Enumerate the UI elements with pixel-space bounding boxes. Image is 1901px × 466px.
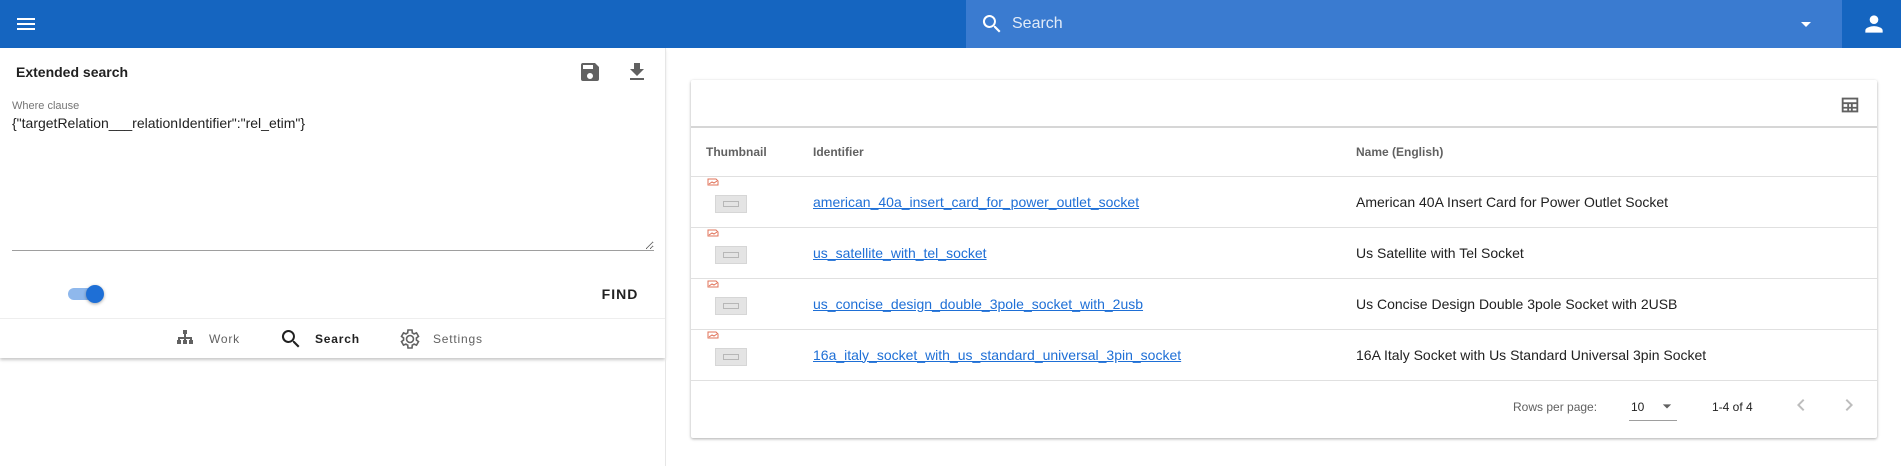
identifier-cell: american_40a_insert_card_for_power_outle… [813,176,1356,228]
caret-down-icon [1662,404,1672,409]
pagination-range: 1-4 of 4 [1712,400,1753,414]
name-cell: 16A Italy Socket with Us Standard Univer… [1356,329,1877,381]
identifier-link[interactable]: american_40a_insert_card_for_power_outle… [813,194,1139,210]
thumbnail-cell [691,278,813,330]
header-identifier: Identifier [813,128,1356,177]
broken-image-icon [707,178,719,185]
results-table: Thumbnail Identifier Name (English) amer… [691,128,1877,381]
thumbnail-image [715,347,747,366]
hamburger-menu-icon[interactable] [14,12,38,36]
identifier-cell: us_concise_design_double_3pole_socket_wi… [813,278,1356,330]
results-toolbar [691,80,1877,128]
toggle-thumb [86,285,104,303]
chevron-left-icon[interactable] [1789,393,1813,417]
nav-item-work[interactable]: Work [173,319,240,359]
identifier-link[interactable]: us_satellite_with_tel_socket [813,245,987,261]
thumbnail-image [715,245,747,264]
find-button[interactable]: FIND [594,279,646,309]
chevron-right-icon[interactable] [1837,393,1861,417]
nav-item-search[interactable]: Search [279,319,360,359]
nav-label-work: Work [209,332,240,346]
table-row[interactable]: us_satellite_with_tel_socket Us Satellit… [691,227,1877,279]
broken-image-icon [707,331,719,338]
thumbnail-image [715,194,747,213]
nav-label-settings: Settings [433,332,483,346]
global-search-box [966,0,1842,48]
identifier-link[interactable]: 16a_italy_socket_with_us_standard_univer… [813,347,1181,363]
app-bar [0,0,1901,48]
identifier-link[interactable]: us_concise_design_double_3pole_socket_wi… [813,296,1143,312]
gear-icon [400,329,420,349]
name-cell: American 40A Insert Card for Power Outle… [1356,176,1877,228]
panel-divider [665,48,666,466]
identifier-cell: us_satellite_with_tel_socket [813,227,1356,279]
broken-image-icon [707,229,719,236]
results-card: Thumbnail Identifier Name (English) amer… [691,80,1877,438]
identifier-cell: 16a_italy_socket_with_us_standard_univer… [813,329,1356,381]
table-row[interactable]: us_concise_design_double_3pole_socket_wi… [691,278,1877,330]
table-row[interactable]: 16a_italy_socket_with_us_standard_univer… [691,329,1877,381]
rows-per-page-value: 10 [1631,400,1645,414]
bottom-navigation: Work Search Settings [0,318,665,358]
thumbnail-cell [691,227,813,279]
rows-per-page-select[interactable]: 10 [1629,391,1677,421]
sitemap-icon [177,330,193,344]
extended-search-panel: Extended search Where clause {"targetRel… [0,48,665,358]
account-icon[interactable] [1861,11,1887,37]
thumbnail-cell [691,329,813,381]
name-cell: Us Satellite with Tel Socket [1356,227,1877,279]
name-cell: Us Concise Design Double 3pole Socket wi… [1356,278,1877,330]
search-icon [281,330,300,348]
broken-image-icon [707,280,719,287]
rows-per-page-label: Rows per page: [1513,400,1598,414]
search-icon [982,15,1001,33]
save-icon[interactable] [578,60,602,84]
header-name-english: Name (English) [1356,128,1877,177]
nav-label-search: Search [315,332,360,346]
table-columns-icon[interactable] [1839,94,1861,116]
table-pagination: Rows per page: 10 1-4 of 4 [691,377,1877,437]
thumbnail-cell [691,176,813,228]
caret-down-icon[interactable] [1794,12,1818,36]
global-search-input[interactable] [1006,0,1766,48]
thumbnail-image [715,296,747,315]
header-thumbnail: Thumbnail [691,128,813,177]
where-clause-label: Where clause [12,100,80,112]
table-row[interactable]: american_40a_insert_card_for_power_outle… [691,176,1877,228]
nav-item-settings[interactable]: Settings [397,319,483,359]
table-header-row: Thumbnail Identifier Name (English) [691,128,1877,177]
download-icon[interactable] [625,60,649,84]
where-clause-input[interactable]: {"targetRelation___relationIdentifier":"… [12,115,654,251]
search-toggle-switch[interactable] [66,285,104,303]
extended-search-title: Extended search [16,64,129,80]
